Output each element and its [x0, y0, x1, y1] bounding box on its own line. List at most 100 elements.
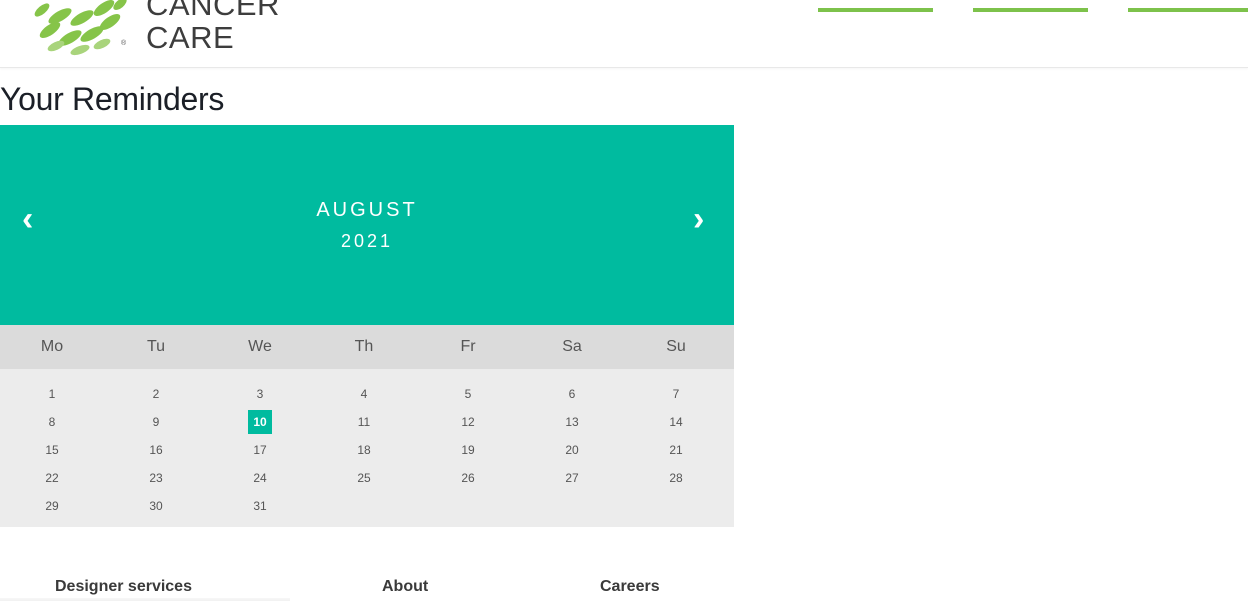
calendar-day[interactable]: 11: [312, 409, 416, 437]
calendar-day[interactable]: 22: [0, 465, 104, 493]
calendar-day-label: 29: [45, 499, 59, 513]
calendar-day[interactable]: 6: [520, 381, 624, 409]
calendar-day-label: 25: [357, 471, 371, 485]
calendar-day[interactable]: 9: [104, 409, 208, 437]
calendar-day[interactable]: 21: [624, 437, 728, 465]
calendar-week-row: 1 2 3 4 5 6 7: [0, 381, 734, 409]
calendar-day[interactable]: 28: [624, 465, 728, 493]
logo-leaf-graphic: [20, 0, 132, 56]
calendar-day-label: 26: [461, 471, 475, 485]
calendar-day[interactable]: 7: [624, 381, 728, 409]
calendar-day-today[interactable]: 10: [208, 409, 312, 437]
calendar-week-row: 8 9 10 11 12 13 14: [0, 409, 734, 437]
calendar-day[interactable]: 25: [312, 465, 416, 493]
weekday-label: Sa: [562, 338, 582, 355]
weekday-label: Th: [354, 338, 374, 355]
calendar-day-label: 3: [256, 387, 264, 401]
calendar-day[interactable]: 14: [624, 409, 728, 437]
calendar-day[interactable]: 24: [208, 465, 312, 493]
calendar-day-label: 17: [253, 443, 267, 457]
calendar-day[interactable]: 19: [416, 437, 520, 465]
footer-link-about[interactable]: About: [382, 578, 428, 596]
calendar-day[interactable]: 30: [104, 493, 208, 521]
calendar-day[interactable]: 3: [208, 381, 312, 409]
calendar-day-label: 20: [565, 443, 579, 457]
logo-registered-mark: ®: [121, 40, 127, 47]
calendar-day-label: 9: [152, 415, 160, 429]
calendar-day-empty: [624, 493, 728, 521]
calendar-day[interactable]: 5: [416, 381, 520, 409]
calendar-day-empty: [416, 493, 520, 521]
calendar-header: ‹ AUGUST 2021 ›: [0, 125, 734, 325]
weekday-label: We: [248, 338, 272, 355]
calendar-day-label: 15: [45, 443, 59, 457]
calendar-day[interactable]: 29: [0, 493, 104, 521]
logo-leaf-icon[interactable]: [18, 0, 136, 56]
calendar-day[interactable]: 15: [0, 437, 104, 465]
nav-item-3[interactable]: [1128, 8, 1248, 12]
calendar-week-row: 15 16 17 18 19 20 21: [0, 437, 734, 465]
weekday-header-row: Mo Tu We Th Fr Sa Su: [0, 325, 734, 369]
calendar-day[interactable]: 1: [0, 381, 104, 409]
next-month-icon[interactable]: ›: [693, 199, 704, 239]
calendar-day[interactable]: 12: [416, 409, 520, 437]
calendar-day[interactable]: 2: [104, 381, 208, 409]
calendar-day-label: [664, 494, 688, 518]
logo-wordmark[interactable]: CANCER CARE: [146, 0, 280, 54]
footer-link-careers[interactable]: Careers: [600, 578, 660, 596]
calendar-day-label: 30: [149, 499, 163, 513]
calendar-day[interactable]: 13: [520, 409, 624, 437]
calendar-day-label: 2: [152, 387, 160, 401]
calendar-day-label: 27: [565, 471, 579, 485]
calendar-day[interactable]: 26: [416, 465, 520, 493]
weekday-label: Tu: [146, 338, 166, 355]
calendar-day-label: 16: [149, 443, 163, 457]
calendar-day-label: 19: [461, 443, 475, 457]
calendar-day-label: 18: [357, 443, 371, 457]
calendar-day-label: 14: [669, 415, 683, 429]
calendar-day-label: 10: [248, 410, 272, 434]
calendar-day-label: [352, 494, 376, 518]
calendar-day-label: 28: [669, 471, 683, 485]
calendar-day-label: 11: [357, 415, 371, 429]
calendar-day-label: [560, 494, 584, 518]
footer-link-designer-services[interactable]: Designer services: [55, 578, 192, 596]
calendar-day-label: 22: [45, 471, 59, 485]
calendar-day[interactable]: 8: [0, 409, 104, 437]
nav-item-1[interactable]: [818, 8, 933, 12]
calendar-day[interactable]: 18: [312, 437, 416, 465]
calendar-day[interactable]: 31: [208, 493, 312, 521]
calendar-day-label: 12: [461, 415, 475, 429]
reminders-calendar: ‹ AUGUST 2021 › Mo Tu We Th Fr Sa Su 123…: [0, 125, 734, 527]
weekday-label: Su: [666, 338, 686, 355]
calendar-day[interactable]: 20: [520, 437, 624, 465]
logo-text-line1: CANCER: [146, 0, 280, 22]
calendar-days-grid: 1 2 3 4 5 6 7 8 9 10 11 12 13 14 15 16 17 18 19 20 21 22 23 24 2…: [0, 369, 734, 527]
logo-text-line2: CARE: [146, 20, 235, 55]
site-header: ® CANCER CARE: [0, 0, 1248, 68]
calendar-week-row: 22 23 24 25 26 27 28: [0, 465, 734, 493]
calendar-day[interactable]: 16: [104, 437, 208, 465]
calendar-week-row: 29 30 31: [0, 493, 734, 521]
calendar-day-label: 6: [568, 387, 576, 401]
calendar-day-empty: [312, 493, 416, 521]
weekday-label: Fr: [460, 338, 476, 355]
calendar-day[interactable]: 17: [208, 437, 312, 465]
calendar-day-label: 23: [149, 471, 163, 485]
page-title: Your Reminders: [0, 81, 225, 117]
calendar-day[interactable]: 23: [104, 465, 208, 493]
calendar-day[interactable]: 27: [520, 465, 624, 493]
calendar-month: AUGUST: [316, 199, 418, 221]
calendar-day-label: 31: [253, 499, 267, 513]
calendar-day-label: 4: [360, 387, 368, 401]
calendar-day-label: 5: [464, 387, 472, 401]
calendar-day-label: 13: [565, 415, 579, 429]
nav-item-2[interactable]: [973, 8, 1088, 12]
calendar-day-label: [456, 494, 480, 518]
calendar-year: 2021: [340, 231, 394, 251]
calendar-day-empty: [520, 493, 624, 521]
calendar-day-label: 7: [672, 387, 680, 401]
weekday-label: Mo: [40, 338, 64, 355]
calendar-day[interactable]: 4: [312, 381, 416, 409]
calendar-day-label: 21: [669, 443, 683, 457]
